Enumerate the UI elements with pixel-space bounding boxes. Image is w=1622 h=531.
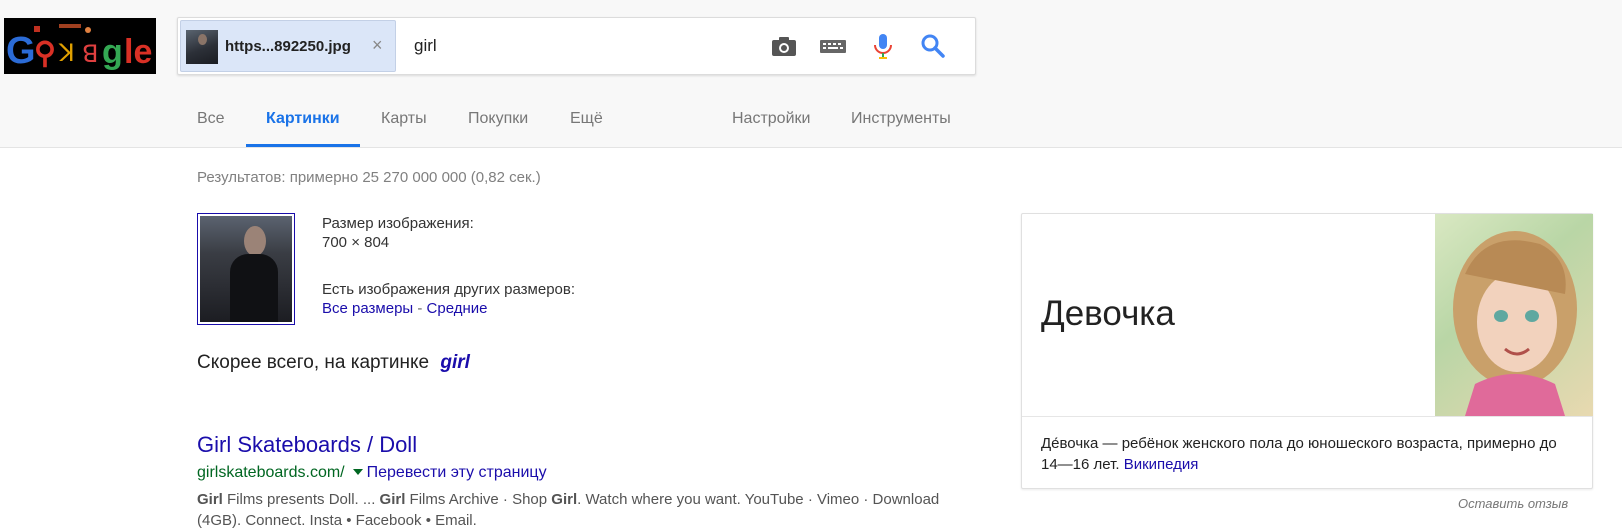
- image-chip-filename: https...892250.jpg: [225, 38, 351, 55]
- settings-link[interactable]: Настройки: [732, 110, 810, 128]
- snippet-text: Films Archive · Shop: [405, 491, 552, 508]
- sizes-separator: -: [417, 300, 423, 317]
- svg-text:G: G: [6, 30, 36, 72]
- description-text: Де́вочка — ребёнок женского пола до юнош…: [1041, 435, 1557, 473]
- snippet-keyword: Girl: [379, 491, 406, 508]
- image-size-value: 700 × 804: [322, 234, 390, 251]
- knowledge-panel-description: Де́вочка — ребёнок женского пола до юнош…: [1041, 433, 1561, 475]
- search-box[interactable]: https...892250.jpg ×: [177, 17, 976, 75]
- search-input[interactable]: [414, 31, 744, 61]
- google-doodle-logo[interactable]: G ⚲ ꓘ ꓭ g le: [4, 18, 156, 74]
- image-size-label: Размер изображения:: [322, 215, 474, 232]
- svg-text:⚲: ⚲: [34, 37, 56, 70]
- result-url-row: girlskateboards.com/Перевести эту страни…: [197, 464, 547, 482]
- microphone-icon[interactable]: [868, 31, 898, 61]
- other-sizes-label: Есть изображения других размеров:: [322, 281, 576, 298]
- tab-shopping[interactable]: Покупки: [468, 110, 528, 128]
- feedback-link[interactable]: Оставить отзыв: [1458, 496, 1568, 511]
- translate-page-link[interactable]: Перевести эту страницу: [367, 464, 547, 481]
- svg-text:le: le: [124, 33, 152, 71]
- result-url[interactable]: girlskateboards.com/: [197, 464, 345, 481]
- search-by-image-chip[interactable]: https...892250.jpg ×: [180, 20, 396, 72]
- tab-images[interactable]: Картинки: [266, 110, 340, 128]
- svg-text:g: g: [102, 33, 123, 71]
- knowledge-panel-image[interactable]: [1435, 214, 1593, 416]
- dropdown-caret-icon[interactable]: [352, 468, 363, 475]
- query-image[interactable]: [197, 213, 295, 325]
- best-guess: Скорее всего, на картинке girl: [197, 352, 470, 374]
- knowledge-panel: Девочка Де́вочка — ребёнок женского пола…: [1021, 213, 1593, 489]
- wikipedia-link[interactable]: Википедия: [1124, 456, 1199, 473]
- query-image-thumbnail: [186, 30, 218, 64]
- active-tab-indicator: [246, 144, 360, 147]
- best-guess-link[interactable]: girl: [440, 352, 470, 373]
- knowledge-panel-divider: [1022, 416, 1592, 417]
- image-size-info: Размер изображения: 700 × 804 Есть изобр…: [322, 214, 575, 318]
- result-title-link[interactable]: Girl Skateboards / Doll: [197, 432, 417, 458]
- medium-sizes-link[interactable]: Средние: [427, 300, 488, 317]
- tab-more[interactable]: Ещё: [570, 110, 603, 128]
- best-guess-label: Скорее всего, на картинке: [197, 352, 430, 373]
- result-stats: Результатов: примерно 25 270 000 000 (0,…: [197, 169, 541, 186]
- snippet-keyword: Girl: [551, 491, 578, 508]
- snippet-keyword: Girl: [197, 491, 223, 508]
- svg-text:ꓭ: ꓭ: [82, 41, 98, 68]
- knowledge-panel-title: Девочка: [1041, 294, 1175, 333]
- svg-text:ꓘ: ꓘ: [58, 40, 75, 67]
- tab-all[interactable]: Все: [197, 110, 225, 128]
- result-snippet: Girl Films presents Doll. ... Girl Films…: [197, 489, 942, 531]
- tools-link[interactable]: Инструменты: [851, 110, 951, 128]
- all-sizes-link[interactable]: Все размеры: [322, 300, 413, 317]
- chip-close-icon[interactable]: ×: [372, 35, 383, 56]
- snippet-text: Films presents Doll. ...: [222, 491, 380, 508]
- tab-maps[interactable]: Карты: [381, 110, 427, 128]
- camera-icon[interactable]: [769, 31, 799, 61]
- search-icon[interactable]: [918, 31, 948, 61]
- keyboard-icon[interactable]: [818, 31, 848, 61]
